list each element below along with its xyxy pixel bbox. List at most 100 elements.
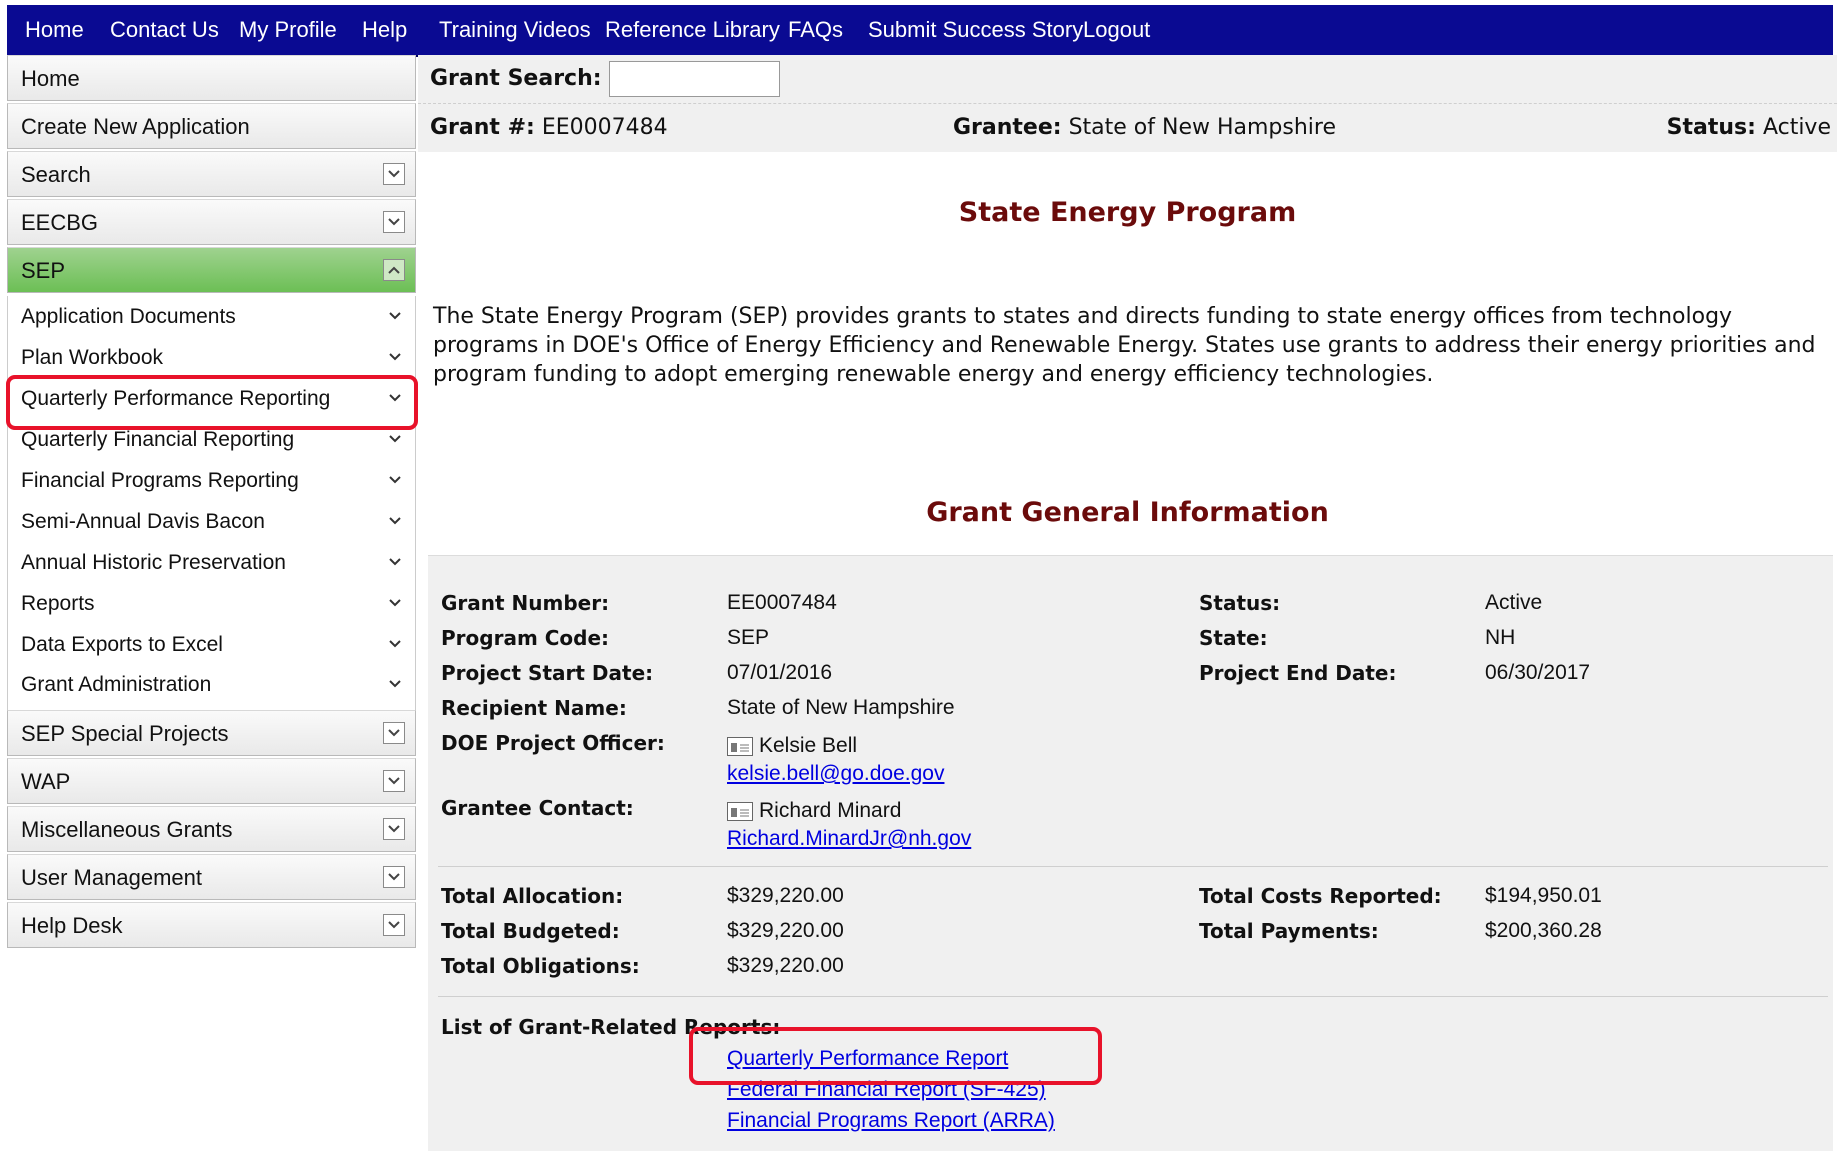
chevron-down-icon[interactable] xyxy=(383,770,405,792)
sidebar-item-miscellaneous-grants[interactable]: Miscellaneous Grants xyxy=(7,806,416,852)
grant-info-panel: Grant Number: EE0007484 Program Code: SE… xyxy=(428,555,1833,1151)
submenu-item-data-exports-to-excel[interactable]: Data Exports to Excel xyxy=(8,627,417,663)
total-payments-label: Total Payments: xyxy=(1199,919,1379,943)
grantee-value: State of New Hampshire xyxy=(1068,115,1337,140)
sidebar-item-user-management[interactable]: User Management xyxy=(7,854,416,900)
officer-name: Kelsie Bell xyxy=(727,734,857,758)
nav-faqs[interactable]: FAQs xyxy=(788,5,843,55)
financial-programs-report-link[interactable]: Financial Programs Report (ARRA) xyxy=(727,1109,1055,1133)
sidebar-item-label: Help Desk xyxy=(21,913,123,938)
sidebar-item-home[interactable]: Home xyxy=(7,55,416,101)
status-value: Active xyxy=(1485,591,1543,614)
sidebar-item-label: WAP xyxy=(21,769,71,794)
submenu-item-label: Annual Historic Preservation xyxy=(21,551,286,574)
nav-submit-success-story[interactable]: Submit Success Story xyxy=(868,5,1083,55)
submenu-item-annual-historic-preservation[interactable]: Annual Historic Preservation xyxy=(8,545,417,581)
chevron-down-icon[interactable] xyxy=(383,818,405,840)
chevron-down-icon[interactable] xyxy=(383,914,405,936)
program-code-label: Program Code: xyxy=(441,626,610,650)
sidebar-item-label: EECBG xyxy=(21,210,99,235)
sidebar-item-label: Search xyxy=(21,162,91,187)
sidebar-item-create-new-application[interactable]: Create New Application xyxy=(7,103,416,149)
nav-contact-us[interactable]: Contact Us xyxy=(110,5,219,55)
submenu-item-semi-annual-davis-bacon[interactable]: Semi-Annual Davis Bacon xyxy=(8,504,417,540)
divider xyxy=(438,996,1828,997)
officer-label: DOE Project Officer: xyxy=(441,731,665,755)
program-title: State Energy Program xyxy=(958,197,1297,228)
state-label: State: xyxy=(1199,626,1268,650)
submenu-item-label: Application Documents xyxy=(21,305,236,328)
grant-search-label: Grant Search: xyxy=(430,66,602,91)
section-title: Grant General Information xyxy=(926,497,1329,528)
sidebar-item-sep[interactable]: SEP xyxy=(7,247,416,293)
chevron-down-icon[interactable] xyxy=(383,866,405,888)
chevron-down-icon[interactable] xyxy=(383,211,405,233)
total-payments-value: $200,360.28 xyxy=(1485,919,1602,942)
chevron-down-icon[interactable] xyxy=(383,722,405,744)
contact-card-icon xyxy=(727,801,753,821)
officer-name-text: Kelsie Bell xyxy=(759,734,858,757)
header-divider xyxy=(418,103,1837,104)
status-value: Active xyxy=(1762,115,1831,140)
recipient-label: Recipient Name: xyxy=(441,696,627,720)
total-allocation-value: $329,220.00 xyxy=(727,884,844,907)
sidebar-item-help-desk[interactable]: Help Desk xyxy=(7,902,416,948)
sidebar-item-eecbg[interactable]: EECBG xyxy=(7,199,416,245)
grantee-display: Grantee: State of New Hampshire xyxy=(953,115,1336,140)
grant-header: Grant Search: Grant #: EE0007484 Grantee… xyxy=(418,55,1837,152)
grant-number-display: Grant #: EE0007484 xyxy=(430,115,668,140)
nav-my-profile[interactable]: My Profile xyxy=(239,5,337,55)
highlight-box xyxy=(6,375,418,430)
officer-email-link[interactable]: kelsie.bell@go.doe.gov xyxy=(727,762,944,786)
chevron-up-icon[interactable] xyxy=(383,259,405,281)
nav-training-videos[interactable]: Training Videos xyxy=(439,5,591,55)
submenu-item-label: Semi-Annual Davis Bacon xyxy=(21,510,265,533)
status-display: Status: Active xyxy=(1667,115,1831,140)
recipient-value: State of New Hampshire xyxy=(727,696,955,719)
sidebar-item-label: Home xyxy=(21,66,80,91)
start-date-value: 07/01/2016 xyxy=(727,661,833,684)
total-allocation-label: Total Allocation: xyxy=(441,884,624,908)
submenu-item-plan-workbook[interactable]: Plan Workbook xyxy=(8,340,417,376)
sidebar-item-label: Miscellaneous Grants xyxy=(21,817,233,842)
grantee-label: Grantee: xyxy=(953,115,1062,140)
status-label: Status: xyxy=(1199,591,1281,615)
contact-email-link[interactable]: Richard.MinardJr@nh.gov xyxy=(727,827,971,851)
submenu-item-grant-administration[interactable]: Grant Administration xyxy=(8,667,417,703)
submenu-item-label: Reports xyxy=(21,592,95,615)
total-costs-value: $194,950.01 xyxy=(1485,884,1602,907)
submenu-item-label: Quarterly Financial Reporting xyxy=(21,428,295,451)
nav-reference-library[interactable]: Reference Library xyxy=(605,5,780,55)
sep-submenu: Application Documents Plan Workbook Quar… xyxy=(7,296,416,710)
end-date-value: 06/30/2017 xyxy=(1485,661,1591,684)
submenu-item-label: Plan Workbook xyxy=(21,346,164,369)
start-date-label: Project Start Date: xyxy=(441,661,654,685)
nav-home[interactable]: Home xyxy=(25,5,84,55)
chevron-down-icon xyxy=(388,667,402,715)
submenu-item-financial-programs-reporting[interactable]: Financial Programs Reporting xyxy=(8,463,417,499)
highlight-box xyxy=(689,1027,1102,1085)
sidebar-item-search[interactable]: Search xyxy=(7,151,416,197)
sidebar-item-label: SEP xyxy=(21,258,66,283)
sidebar-item-wap[interactable]: WAP xyxy=(7,758,416,804)
state-value: NH xyxy=(1485,626,1516,649)
grant-number-label: Grant Number: xyxy=(441,591,610,615)
sidebar-item-sep-special-projects[interactable]: SEP Special Projects xyxy=(7,710,416,756)
total-budgeted-label: Total Budgeted: xyxy=(441,919,620,943)
grant-search-input[interactable] xyxy=(609,61,780,97)
divider xyxy=(438,866,1828,867)
contact-label: Grantee Contact: xyxy=(441,796,634,820)
program-description: The State Energy Program (SEP) provides … xyxy=(433,304,1816,387)
nav-help[interactable]: Help xyxy=(362,5,407,55)
submenu-item-reports[interactable]: Reports xyxy=(8,586,417,622)
submenu-item-application-documents[interactable]: Application Documents xyxy=(8,299,417,335)
end-date-label: Project End Date: xyxy=(1199,661,1397,685)
total-obligations-label: Total Obligations: xyxy=(441,954,640,978)
nav-logout[interactable]: Logout xyxy=(1083,5,1150,55)
total-budgeted-value: $329,220.00 xyxy=(727,919,844,942)
chevron-down-icon[interactable] xyxy=(383,163,405,185)
submenu-item-label: Data Exports to Excel xyxy=(21,633,223,656)
contact-name-text: Richard Minard xyxy=(759,799,902,822)
status-label: Status: xyxy=(1666,115,1756,140)
submenu-item-label: Financial Programs Reporting xyxy=(21,469,299,492)
